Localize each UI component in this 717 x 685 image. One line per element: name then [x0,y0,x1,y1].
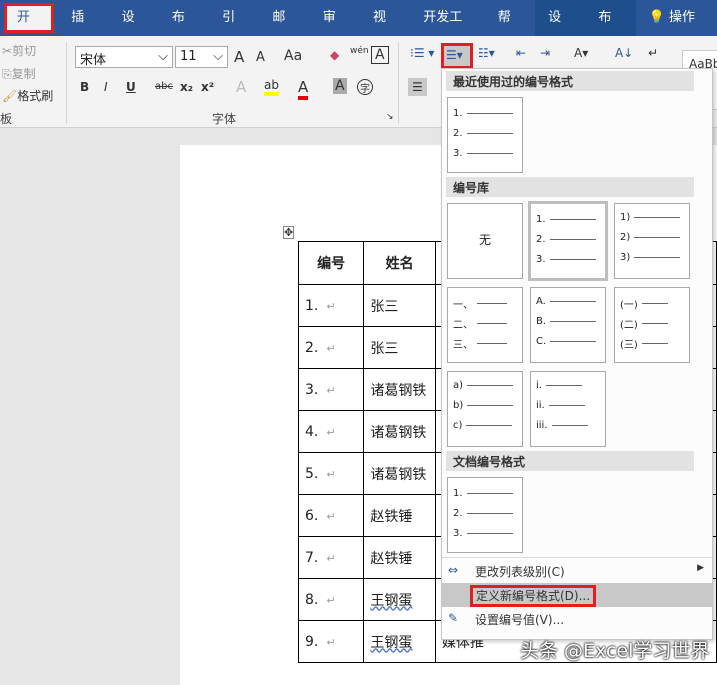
ribbon-tabs: 开始 插入 设计 布局 引用 邮件 审阅 视图 开发工具 帮助 设计 布局 💡 … [0,0,717,61]
document-formats-header: 文档编号格式 [446,451,694,471]
underline-button[interactable]: U [126,80,136,94]
scissors-icon: ✂ [2,44,13,58]
copy-icon: ⎘ [2,67,12,81]
bullets-icon[interactable]: ⁝☰ ▾ [410,46,434,60]
tell-me[interactable]: 💡 操作说 [636,0,717,61]
font-group-label: 字体 [212,112,237,126]
text-direction-icon[interactable]: A▾ [574,46,588,60]
multilevel-list-icon[interactable]: ☷▾ [478,46,495,60]
table-move-handle-icon[interactable]: ✥ [283,226,295,239]
tab-mailings[interactable]: 邮件 [259,0,309,61]
cut-button[interactable]: ✂剪切 [2,42,36,59]
divider [66,42,67,124]
format-roman[interactable]: i. ii. iii. [530,371,606,447]
tab-table-layout[interactable]: 布局 [585,0,636,61]
char-border-button[interactable]: A [371,46,389,64]
watermark: 头条 @Excel学习世界 [520,640,710,662]
change-case-button[interactable]: Aa [284,48,302,64]
enclose-char-icon[interactable]: 字 [357,79,373,95]
divider [398,42,399,124]
header-number: 编号 [297,241,365,285]
tab-home[interactable]: 开始 [4,3,55,49]
library-header: 编号库 [446,177,694,197]
tab-review[interactable]: 审阅 [310,0,360,61]
copy-button[interactable]: ⎘复制 [2,65,36,82]
sort-icon[interactable]: A↓ [615,46,633,60]
paragraph-mark-icon[interactable]: ↵ [648,46,658,60]
header-name: 姓名 [363,241,436,285]
numbering-button[interactable]: ☰▾ [441,43,473,69]
format-numeric-dot[interactable]: 1. 2. 3. [528,201,608,281]
strikethrough-button[interactable]: abc [155,81,173,92]
format-none[interactable]: 无 [447,203,523,279]
format-painter-button[interactable]: 🖌格式刷 [2,87,53,104]
numbering-icon: ☰▾ [446,48,463,62]
superscript-button[interactable]: x² [201,80,214,94]
shrink-font-button[interactable]: A [256,50,265,65]
lightbulb-icon: 💡 [648,10,665,25]
format-chinese-paren[interactable]: (一) (二) (三) [614,287,690,363]
format-alpha-paren[interactable]: a) b) c) [447,371,523,447]
char-shading-icon[interactable]: A [333,78,347,94]
tab-design[interactable]: 设计 [109,0,159,61]
phonetic-guide-button[interactable]: wén [350,46,369,56]
font-color-icon[interactable]: A [298,78,309,100]
tab-view[interactable]: 视图 [360,0,410,61]
align-left-icon[interactable]: ☰ [408,78,427,96]
chevron-down-icon: ⌵ [158,49,168,64]
define-new-number-format-item[interactable]: 定义新编号格式(D)... [442,583,712,607]
submenu-arrow-icon: ▶ [697,563,704,573]
clipboard-group-label: 板 [0,112,13,126]
bold-button[interactable]: B [80,80,89,94]
highlight-icon[interactable]: ab [264,78,279,96]
tab-developer[interactable]: 开发工具 [410,0,485,61]
tab-table-design[interactable]: 设计 [535,0,586,61]
set-value-icon: ✎ [448,611,459,625]
document-format-numeric[interactable]: 1. 2. 3. [447,477,523,553]
format-alpha-upper[interactable]: A. B. C. [530,287,606,363]
numbering-dropdown: 最近使用过的编号格式 1. 2. 3. 编号库 无 1. 2. 3. 1) 2)… [441,68,713,640]
text-effects-icon[interactable]: A [236,78,246,96]
tab-references[interactable]: 引用 [209,0,259,61]
decrease-indent-icon[interactable]: ⇤ [516,46,526,60]
chevron-down-icon: ⌵ [213,49,223,64]
brush-icon: 🖌 [2,89,18,103]
set-numbering-value-item[interactable]: ✎ 设置编号值(V)... [442,607,712,631]
recent-formats-header: 最近使用过的编号格式 [446,71,694,91]
italic-button[interactable]: I [104,80,108,94]
format-chinese-comma[interactable]: 一、 二、 三、 [447,287,523,363]
tab-insert[interactable]: 插入 [58,0,108,61]
font-size-select[interactable]: 11 ⌵ [175,46,228,68]
recent-format-numeric[interactable]: 1. 2. 3. [447,97,523,173]
subscript-button[interactable]: x₂ [180,80,193,94]
grow-font-button[interactable]: A [234,48,244,66]
increase-indent-icon[interactable]: ⇥ [540,46,550,60]
tab-layout[interactable]: 布局 [159,0,209,61]
clear-format-icon[interactable]: ◆ [330,48,339,62]
change-list-level-item[interactable]: ⇔ 更改列表级别(C) ▶ [442,559,712,583]
format-numeric-paren[interactable]: 1) 2) 3) [614,203,690,279]
font-name-select[interactable]: 宋体 ⌵ [75,46,173,68]
list-level-icon: ⇔ [448,563,459,577]
tab-help[interactable]: 帮助 [485,0,535,61]
dialog-launcher-icon[interactable]: ↘ [386,112,394,122]
divider [442,557,712,558]
